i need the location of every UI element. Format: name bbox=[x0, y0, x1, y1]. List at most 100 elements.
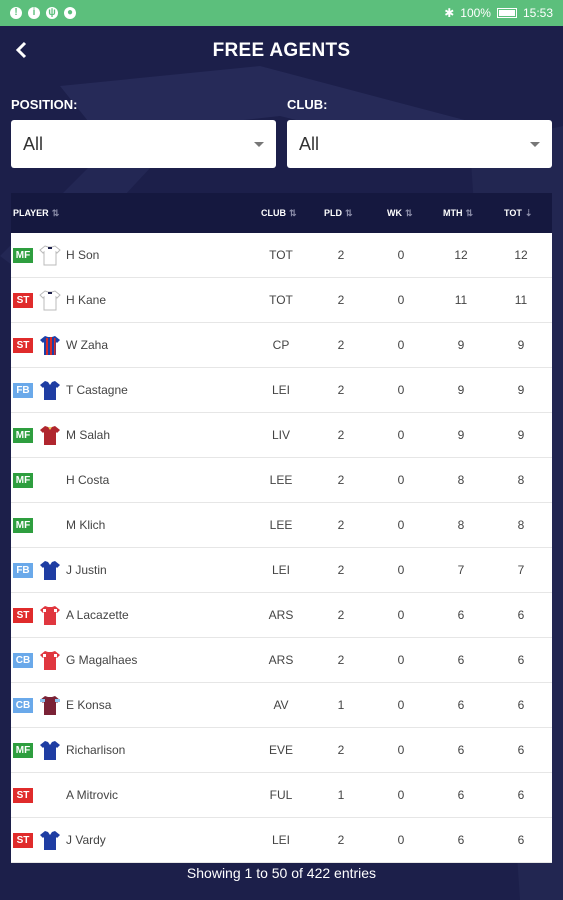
status-bar: ! i ψ ● ✱ 100% 15:53 bbox=[0, 0, 563, 26]
table-row[interactable]: CB G Magalhaes ARS 2 0 6 6 bbox=[11, 638, 552, 683]
column-player[interactable]: PLAYER ⇅ bbox=[13, 193, 59, 233]
sort-desc-icon: ⇣ bbox=[524, 208, 533, 218]
column-club[interactable]: CLUB ⇅ bbox=[261, 193, 297, 233]
pld-cell: 2 bbox=[337, 338, 345, 352]
table-body: MF H Son TOT 2 0 12 12 ST H Kane TOT 2 0 11 11 ST W Zah… bbox=[11, 233, 552, 863]
mth-cell: 6 bbox=[457, 743, 465, 757]
player-name[interactable]: M Klich bbox=[66, 503, 105, 548]
table-row[interactable]: ST W Zaha CP 2 0 9 9 bbox=[11, 323, 552, 368]
club-cell: ARS bbox=[268, 608, 294, 622]
wk-cell: 0 bbox=[397, 743, 405, 757]
table-row[interactable]: MF H Costa LEE 2 0 8 8 bbox=[11, 458, 552, 503]
club-cell: LEI bbox=[271, 563, 290, 577]
club-cell: AV bbox=[273, 698, 289, 712]
notification-icons: ! i ψ ● bbox=[10, 7, 76, 19]
kit-icon bbox=[39, 829, 61, 851]
wk-cell: 0 bbox=[397, 608, 405, 622]
mth-cell: 6 bbox=[457, 608, 465, 622]
club-select[interactable]: All bbox=[287, 120, 552, 168]
tot-cell: 7 bbox=[517, 563, 525, 577]
pld-cell: 1 bbox=[337, 698, 345, 712]
wk-cell: 0 bbox=[397, 428, 405, 442]
kit-icon bbox=[39, 334, 61, 356]
wk-cell: 0 bbox=[397, 653, 405, 667]
sort-icon: ⇅ bbox=[345, 208, 353, 218]
table-row[interactable]: ST A Mitrovic FUL 1 0 6 6 bbox=[11, 773, 552, 818]
position-filter-label: POSITION: bbox=[11, 97, 78, 112]
club-filter-label: CLUB: bbox=[287, 97, 328, 112]
mth-cell: 6 bbox=[457, 653, 465, 667]
player-name[interactable]: Richarlison bbox=[66, 728, 125, 773]
pagination-info: Showing 1 to 50 of 422 entries bbox=[186, 865, 377, 881]
alert-icon: ! bbox=[10, 7, 22, 19]
kit-icon bbox=[39, 289, 61, 311]
player-name[interactable]: H Son bbox=[66, 233, 99, 278]
wk-cell: 0 bbox=[397, 698, 405, 712]
kit-icon bbox=[39, 649, 61, 671]
page-title: FREE AGENTS bbox=[212, 40, 351, 61]
wk-cell: 0 bbox=[397, 293, 405, 307]
wk-cell: 0 bbox=[397, 383, 405, 397]
wk-cell: 0 bbox=[397, 248, 405, 262]
position-select[interactable]: All bbox=[11, 120, 276, 168]
position-badge: MF bbox=[13, 743, 33, 758]
table-row[interactable]: ST A Lacazette ARS 2 0 6 6 bbox=[11, 593, 552, 638]
player-name[interactable]: E Konsa bbox=[66, 683, 111, 728]
table-row[interactable]: FB T Castagne LEI 2 0 9 9 bbox=[11, 368, 552, 413]
wk-cell: 0 bbox=[397, 473, 405, 487]
player-name[interactable]: T Castagne bbox=[66, 368, 128, 413]
table-row[interactable]: ST H Kane TOT 2 0 11 11 bbox=[11, 278, 552, 323]
mth-cell: 6 bbox=[457, 698, 465, 712]
position-badge: ST bbox=[13, 608, 33, 623]
table-row[interactable]: MF H Son TOT 2 0 12 12 bbox=[11, 233, 552, 278]
usb-icon: ψ bbox=[46, 7, 58, 19]
table-row[interactable]: MF Richarlison EVE 2 0 6 6 bbox=[11, 728, 552, 773]
club-cell: EVE bbox=[268, 743, 293, 757]
player-name[interactable]: M Salah bbox=[66, 413, 110, 458]
club-cell: LIV bbox=[271, 428, 290, 442]
player-name[interactable]: G Magalhaes bbox=[66, 638, 137, 683]
position-badge: ST bbox=[13, 833, 33, 848]
column-mth[interactable]: MTH ⇅ bbox=[443, 193, 473, 233]
club-cell: TOT bbox=[269, 293, 293, 307]
pld-cell: 2 bbox=[337, 743, 345, 757]
player-name[interactable]: H Kane bbox=[66, 278, 106, 323]
sort-icon: ⇅ bbox=[289, 208, 297, 218]
pld-cell: 2 bbox=[337, 383, 345, 397]
kit-icon bbox=[39, 424, 61, 446]
tot-cell: 11 bbox=[514, 293, 528, 307]
mth-cell: 6 bbox=[457, 788, 465, 802]
position-badge: FB bbox=[13, 383, 33, 398]
club-cell: ARS bbox=[268, 653, 294, 667]
player-name[interactable]: A Lacazette bbox=[66, 593, 129, 638]
kit-icon bbox=[39, 379, 61, 401]
table-row[interactable]: CB E Konsa AV 1 0 6 6 bbox=[11, 683, 552, 728]
club-cell: TOT bbox=[269, 248, 293, 262]
pld-cell: 2 bbox=[337, 473, 345, 487]
table-row[interactable]: MF M Salah LIV 2 0 9 9 bbox=[11, 413, 552, 458]
kit-icon bbox=[39, 739, 61, 761]
player-name[interactable]: J Justin bbox=[66, 548, 107, 593]
caret-down-icon bbox=[254, 142, 264, 147]
position-badge: MF bbox=[13, 473, 33, 488]
table-row[interactable]: FB J Justin LEI 2 0 7 7 bbox=[11, 548, 552, 593]
kit-icon bbox=[39, 604, 61, 626]
player-name[interactable]: H Costa bbox=[66, 458, 109, 503]
player-name[interactable]: A Mitrovic bbox=[66, 773, 118, 818]
position-badge: FB bbox=[13, 563, 33, 578]
column-wk[interactable]: WK ⇅ bbox=[387, 193, 413, 233]
column-pld[interactable]: PLD ⇅ bbox=[324, 193, 353, 233]
pld-cell: 2 bbox=[337, 608, 345, 622]
tot-cell: 9 bbox=[517, 338, 525, 352]
tot-cell: 6 bbox=[517, 743, 525, 757]
kit-icon bbox=[39, 559, 61, 581]
table-row[interactable]: MF M Klich LEE 2 0 8 8 bbox=[11, 503, 552, 548]
column-tot[interactable]: TOT ⇣ bbox=[504, 193, 532, 233]
back-button[interactable] bbox=[10, 38, 34, 62]
position-badge: MF bbox=[13, 248, 33, 263]
wk-cell: 0 bbox=[397, 788, 405, 802]
player-name[interactable]: W Zaha bbox=[66, 323, 108, 368]
pld-cell: 2 bbox=[337, 563, 345, 577]
tot-cell: 8 bbox=[517, 473, 525, 487]
app-icon: ● bbox=[64, 7, 76, 19]
